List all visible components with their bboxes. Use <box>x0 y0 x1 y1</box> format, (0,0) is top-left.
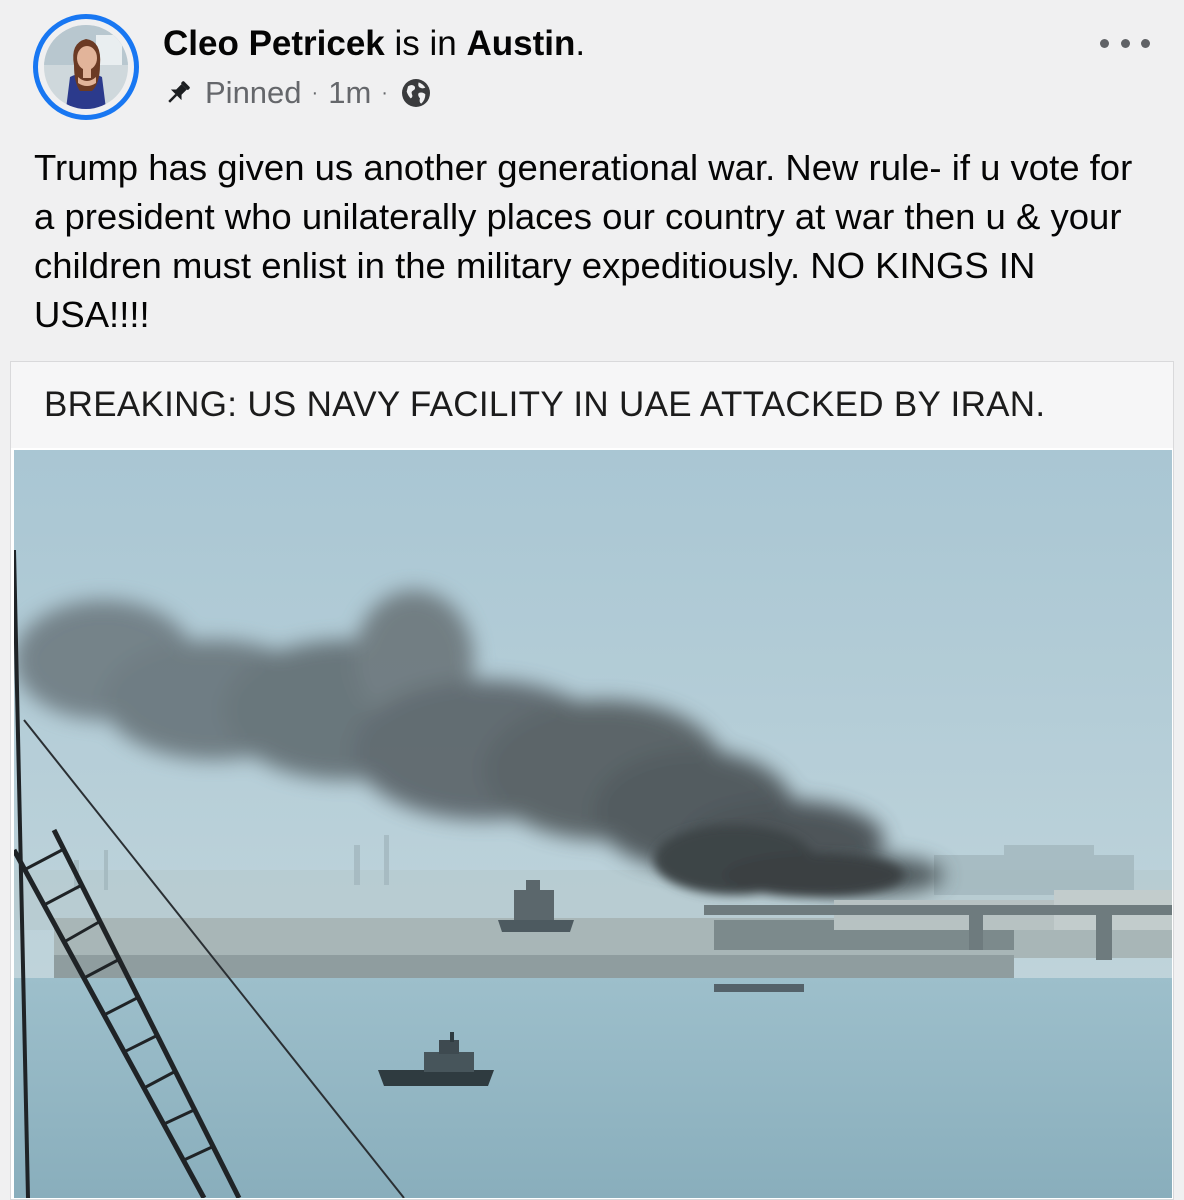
globe-icon[interactable] <box>400 77 432 109</box>
harbor-smoke-photo[interactable] <box>14 450 1172 1198</box>
post-timestamp[interactable]: 1m <box>328 72 371 114</box>
card-headline-banner: BREAKING: US NAVY FACILITY IN UAE ATTACK… <box>11 362 1173 448</box>
profile-avatar[interactable] <box>44 25 128 109</box>
card-headline: BREAKING: US NAVY FACILITY IN UAE ATTACK… <box>44 385 1046 424</box>
meta-separator: · <box>311 82 319 104</box>
location-suffix: . <box>575 24 586 63</box>
post-header: Cleo Petricek is in Austin. Pinned · 1m … <box>0 0 1184 130</box>
pinned-label: Pinned <box>205 75 302 110</box>
post-meta: Pinned · 1m · <box>163 72 432 114</box>
profile-avatar-ring[interactable] <box>33 14 139 120</box>
post-body-text: Trump has given us another generational … <box>34 147 1133 335</box>
author-name-link[interactable]: Cleo Petricek <box>163 24 385 63</box>
location-link[interactable]: Austin <box>467 24 576 63</box>
more-options-icon[interactable] <box>1100 28 1150 58</box>
pin-icon <box>168 81 190 103</box>
meta-separator: · <box>381 82 388 104</box>
location-prefix: is in <box>394 24 457 63</box>
post-author-line: Cleo Petricek is in Austin. <box>163 22 585 66</box>
shared-image-card[interactable]: BREAKING: US NAVY FACILITY IN UAE ATTACK… <box>10 361 1174 1200</box>
